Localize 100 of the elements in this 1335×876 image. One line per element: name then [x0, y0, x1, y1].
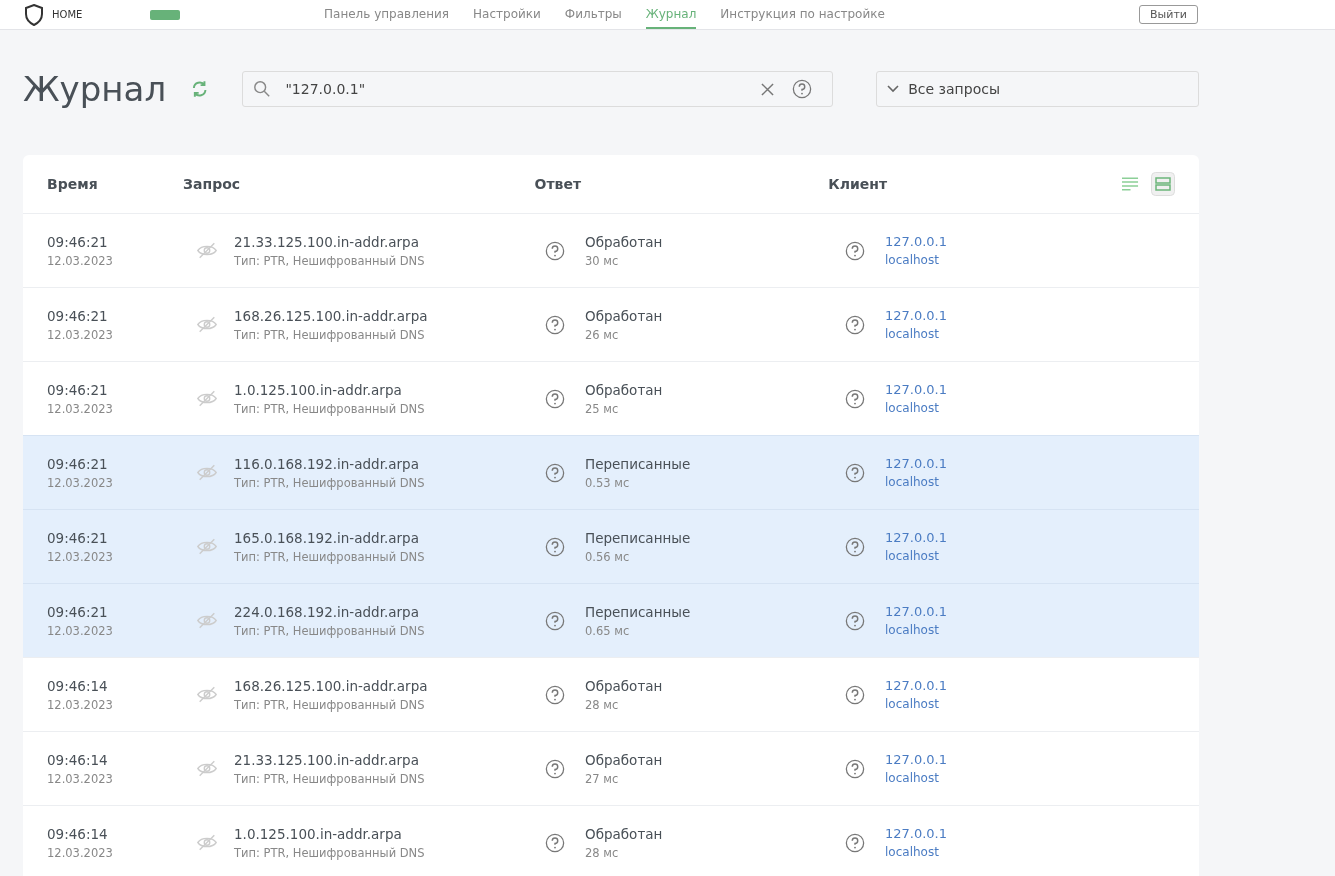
type-text: Тип: PTR, Нешифрованный DNS [234, 697, 426, 712]
nav-link[interactable]: Фильтры [564, 0, 622, 29]
domain-text: 116.0.168.192.in-addr.arpa [234, 455, 420, 472]
help-icon[interactable] [845, 314, 865, 335]
status-text: Переписанные [585, 455, 691, 472]
eye-slash-icon [196, 612, 218, 629]
column-header: Клиент [828, 176, 889, 192]
client-host-link[interactable]: localhost [885, 549, 948, 563]
elapsed-text: 0.56 мс [585, 549, 631, 564]
eye-slash-icon [196, 538, 218, 555]
elapsed-text: 28 мс [585, 845, 620, 860]
help-icon[interactable] [845, 758, 865, 779]
domain-text: 1.0.125.100.in-addr.arpa [234, 381, 403, 398]
help-icon[interactable] [845, 832, 865, 853]
nav-link[interactable]: Настройки [473, 0, 541, 29]
status-text: Обработан [585, 751, 663, 768]
help-icon[interactable] [545, 314, 565, 335]
search-bar[interactable]: "127.0.0.1" [242, 71, 834, 107]
column-header: Запрос [183, 176, 242, 192]
date-text: 12.03.2023 [47, 549, 114, 564]
type-text: Тип: PTR, Нешифрованный DNS [234, 253, 425, 268]
elapsed-text: 25 мс [585, 401, 620, 416]
help-icon[interactable] [545, 610, 565, 631]
help-icon[interactable] [845, 462, 865, 483]
time-text: 09:46:14 [47, 751, 109, 768]
help-icon[interactable] [792, 79, 813, 99]
domain-text: 21.33.125.100.in-addr.arpa [234, 751, 420, 768]
time-text: 09:46:21 [47, 233, 109, 250]
domain-text: 165.0.168.192.in-addr.arpa [234, 529, 420, 546]
column-header: Ответ [534, 176, 583, 192]
client-ip-link[interactable]: 127.0.0.1 [885, 456, 948, 471]
client-host-link[interactable]: localhost [885, 253, 948, 267]
time-text: 09:46:21 [47, 455, 109, 472]
page-title: Журнал [23, 69, 167, 109]
client-host-link[interactable]: localhost [885, 771, 948, 785]
logo-subtitle: HOME [52, 9, 83, 20]
nav-link[interactable]: Инструкция по настройке [720, 0, 885, 29]
help-icon[interactable] [545, 388, 565, 409]
search-field[interactable]: "127.0.0.1" [283, 80, 762, 98]
client-ip-link[interactable]: 127.0.0.1 [885, 308, 948, 323]
time-text: 09:46:14 [47, 825, 109, 842]
help-icon[interactable] [845, 388, 865, 409]
date-text: 12.03.2023 [47, 475, 114, 490]
help-icon[interactable] [545, 536, 565, 557]
client-ip-link[interactable]: 127.0.0.1 [885, 604, 948, 619]
close-icon[interactable] [761, 82, 775, 96]
nav-link[interactable]: Журнал [645, 0, 697, 29]
status-text: Обработан [585, 677, 663, 694]
client-host-link[interactable]: localhost [885, 475, 948, 489]
help-icon[interactable] [545, 684, 565, 705]
elapsed-text: 30 мс [585, 253, 620, 268]
eye-slash-icon [196, 464, 218, 481]
help-icon[interactable] [545, 832, 565, 853]
status-text: Обработан [585, 233, 663, 250]
client-ip-link[interactable]: 127.0.0.1 [885, 530, 948, 545]
shield-logo-icon[interactable] [24, 3, 44, 26]
client-ip-link[interactable]: 127.0.0.1 [885, 382, 948, 397]
elapsed-text: 26 мс [585, 327, 620, 342]
nav-link[interactable]: Панель управления [324, 0, 450, 29]
domain-text: 168.26.125.100.in-addr.arpa [234, 677, 428, 694]
type-text: Тип: PTR, Нешифрованный DNS [234, 475, 425, 490]
client-ip-link[interactable]: 127.0.0.1 [885, 234, 948, 249]
eye-slash-icon [196, 242, 218, 259]
date-text: 12.03.2023 [47, 771, 114, 786]
help-icon[interactable] [845, 610, 865, 631]
help-icon[interactable] [545, 240, 565, 261]
type-text: Тип: PTR, Нешифрованный DNS [234, 845, 425, 860]
help-icon[interactable] [845, 684, 865, 705]
client-ip-link[interactable]: 127.0.0.1 [885, 678, 948, 693]
client-host-link[interactable]: localhost [885, 327, 948, 341]
help-icon[interactable] [845, 536, 865, 557]
date-text: 12.03.2023 [47, 253, 114, 268]
time-text: 09:46:21 [47, 603, 109, 620]
filter-dropdown[interactable]: Все запросы [876, 71, 1199, 107]
elapsed-text: 0.65 мс [585, 623, 631, 638]
time-text: 09:46:21 [47, 307, 109, 324]
type-text: Тип: PTR, Нешифрованный DNS [234, 623, 425, 638]
time-text: 09:46:21 [47, 381, 109, 398]
eye-slash-icon [196, 686, 218, 703]
chevron-down-icon [887, 85, 900, 93]
logout-button[interactable]: Выйти [1139, 5, 1198, 24]
type-text: Тип: PTR, Нешифрованный DNS [234, 549, 425, 564]
client-host-link[interactable]: localhost [885, 845, 948, 859]
help-icon[interactable] [545, 758, 565, 779]
status-text: Переписанные [585, 529, 691, 546]
client-host-link[interactable]: localhost [885, 697, 948, 711]
status-text: Обработан [585, 381, 663, 398]
help-icon[interactable] [545, 462, 565, 483]
status-text: Обработан [585, 825, 663, 842]
client-host-link[interactable]: localhost [885, 401, 948, 415]
client-ip-link[interactable]: 127.0.0.1 [885, 826, 948, 841]
eye-slash-icon [196, 760, 218, 777]
date-text: 12.03.2023 [47, 327, 114, 342]
type-text: Тип: PTR, Нешифрованный DNS [234, 401, 425, 416]
status-badge [150, 9, 181, 20]
eye-slash-icon [196, 316, 218, 333]
client-ip-link[interactable]: 127.0.0.1 [885, 752, 948, 767]
client-host-link[interactable]: localhost [885, 623, 948, 637]
elapsed-text: 27 мс [585, 771, 620, 786]
help-icon[interactable] [845, 240, 865, 261]
